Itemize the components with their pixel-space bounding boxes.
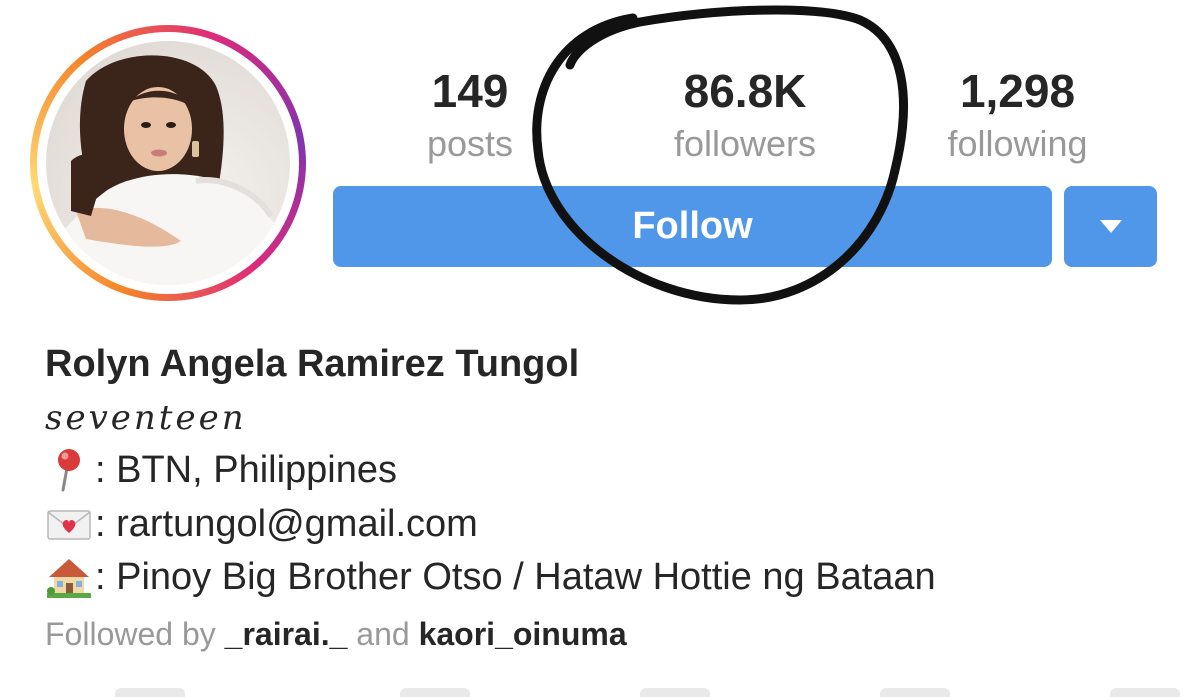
house-with-garden-icon xyxy=(45,553,93,601)
bio-tagline: seventeen xyxy=(45,398,247,438)
posts-label: posts xyxy=(426,123,514,164)
story-ring[interactable] xyxy=(30,25,306,301)
suggested-accounts-dropdown-button[interactable] xyxy=(1064,186,1157,267)
posts-stat: 149 posts xyxy=(400,68,540,162)
avatar-photo-illustration xyxy=(46,55,290,285)
followed-by-prefix: Followed by xyxy=(45,616,216,652)
profile-name: Rolyn Angela Ramirez Tungol xyxy=(45,343,580,385)
love-letter-icon xyxy=(45,500,93,548)
followed-by-user-1[interactable]: _rairai._ xyxy=(225,616,348,652)
followed-by-line: Followed by _rairai._ and kaori_oinuma xyxy=(45,616,627,653)
following-count[interactable]: 1,298 xyxy=(930,68,1105,114)
followed-by-conjunction: and xyxy=(356,616,410,652)
avatar-frame xyxy=(37,32,299,294)
story-highlight[interactable] xyxy=(115,688,185,697)
followers-count[interactable]: 86.8K xyxy=(640,68,850,114)
posts-count: 149 xyxy=(431,65,509,117)
bio-location-text: : BTN, Philippines xyxy=(95,448,398,491)
story-highlight[interactable] xyxy=(400,688,470,697)
story-highlight[interactable] xyxy=(640,688,710,697)
follow-button[interactable]: Follow xyxy=(333,186,1052,267)
followers-label[interactable]: followers xyxy=(640,126,850,162)
bio-email-line: : rartungol@gmail.com xyxy=(45,500,478,548)
round-pushpin-icon xyxy=(45,446,93,494)
caret-down-icon xyxy=(1099,220,1122,233)
avatar[interactable] xyxy=(46,41,290,285)
following-label[interactable]: following xyxy=(930,126,1105,162)
story-highlights-strip xyxy=(0,688,1200,697)
bio-home-text: : Pinoy Big Brother Otso / Hataw Hottie … xyxy=(95,555,936,598)
story-highlight[interactable] xyxy=(880,688,950,697)
followed-by-user-2[interactable]: kaori_oinuma xyxy=(419,616,627,652)
bio-home-line: : Pinoy Big Brother Otso / Hataw Hottie … xyxy=(45,553,936,601)
bio-email-text[interactable]: : rartungol@gmail.com xyxy=(95,503,478,546)
bio-location-line: : BTN, Philippines xyxy=(45,446,397,494)
following-stat[interactable]: 1,298 following xyxy=(930,68,1105,162)
followers-stat[interactable]: 86.8K followers xyxy=(640,68,850,162)
story-highlight[interactable] xyxy=(1110,688,1180,697)
